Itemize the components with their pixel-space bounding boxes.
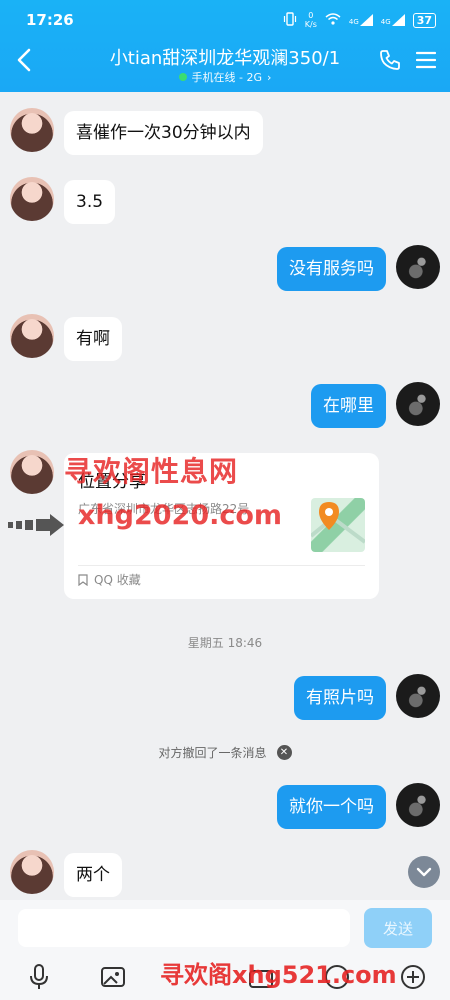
back-button[interactable]: [10, 46, 38, 74]
chat-header: 17:26 0 K/s 4G 4G 37 小tian甜深圳龙华观澜350/1 手…: [0, 0, 450, 92]
message-bubble-sent[interactable]: 就你一个吗: [277, 785, 386, 829]
phone-icon: [380, 50, 400, 70]
my-avatar[interactable]: [396, 245, 440, 289]
send-button[interactable]: 发送: [364, 908, 432, 948]
contact-avatar[interactable]: [10, 314, 54, 358]
watermark-text: 寻欢阁性息网: [64, 455, 239, 488]
contact-avatar[interactable]: [10, 450, 54, 494]
online-status-dot: [178, 73, 187, 81]
photo-button[interactable]: [98, 962, 128, 992]
microphone-icon: [30, 964, 48, 989]
divider: [78, 565, 365, 566]
hamburger-menu-icon: [416, 51, 436, 69]
online-status-text: 手机在线 - 2G: [191, 71, 263, 84]
watermark-arrow-icon: [8, 514, 64, 536]
chevron-left-icon: [17, 48, 31, 72]
contact-avatar[interactable]: [10, 177, 54, 221]
vibrate-icon: [283, 11, 297, 29]
message-input[interactable]: [18, 909, 350, 947]
chat-subtitle[interactable]: 手机在线 - 2G ›: [60, 69, 390, 85]
watermark-site: 寻欢阁xhg521.com: [160, 961, 397, 989]
watermark-url: xhg2020.com: [78, 500, 283, 531]
net-speed-unit: K/s: [304, 20, 317, 29]
location-card-footer: QQ 收藏: [78, 571, 141, 588]
time-separator: 星期五 18:46: [187, 636, 263, 650]
chevron-down-icon: [416, 867, 432, 877]
more-button[interactable]: [398, 962, 428, 992]
voice-button[interactable]: [24, 962, 54, 992]
call-button[interactable]: [376, 46, 404, 74]
network-speed: 0 K/s: [305, 11, 317, 29]
my-avatar[interactable]: [396, 674, 440, 718]
message-bubble-received[interactable]: 两个: [64, 853, 122, 897]
wifi-icon: [325, 12, 341, 28]
contact-avatar[interactable]: [10, 108, 54, 152]
menu-button[interactable]: [414, 48, 438, 72]
plus-icon: [401, 965, 425, 989]
net-speed-value: 0: [308, 11, 314, 20]
map-thumbnail: [311, 498, 365, 552]
status-bar: 17:26 0 K/s 4G 4G 37: [0, 0, 450, 40]
image-icon: [101, 967, 125, 987]
message-bubble-received[interactable]: 3.5: [64, 180, 116, 224]
signal-label-2: 4G: [380, 18, 391, 26]
message-bubble-received[interactable]: 有啊: [64, 317, 122, 361]
contact-avatar[interactable]: [10, 850, 54, 894]
signal-label-1: 4G: [348, 18, 359, 26]
close-icon[interactable]: ✕: [276, 745, 292, 760]
message-list[interactable]: 喜催作一次30分钟以内 3.5 没有服务吗 有啊 在哪里 位置分享 广东省深圳市…: [0, 92, 450, 900]
signal-icon-1: 4G: [349, 14, 373, 26]
message-bubble-sent[interactable]: 在哪里: [311, 384, 386, 428]
status-icons: 0 K/s 4G 4G 37: [283, 11, 436, 29]
nav-row: 小tian甜深圳龙华观澜350/1 手机在线 - 2G ›: [0, 40, 450, 92]
scroll-to-bottom-button[interactable]: [408, 856, 440, 888]
recall-notice: 对方撤回了一条消息 ✕: [0, 744, 450, 761]
map-pin-icon: [311, 502, 365, 544]
chevron-right-icon: ›: [267, 70, 272, 84]
bookmark-icon: [78, 573, 88, 586]
recall-notice-text: 对方撤回了一条消息: [158, 746, 267, 760]
signal-icon-2: 4G: [381, 14, 405, 26]
message-bubble-sent[interactable]: 没有服务吗: [277, 247, 386, 291]
chat-title[interactable]: 小tian甜深圳龙华观澜350/1: [60, 44, 390, 70]
message-bubble-received[interactable]: 喜催作一次30分钟以内: [64, 111, 263, 155]
battery-icon: 37: [412, 12, 436, 28]
status-time: 17:26: [26, 11, 74, 29]
location-card-source: QQ 收藏: [94, 573, 141, 587]
my-avatar[interactable]: [396, 783, 440, 827]
message-bubble-sent[interactable]: 有照片吗: [294, 676, 386, 720]
my-avatar[interactable]: [396, 382, 440, 426]
